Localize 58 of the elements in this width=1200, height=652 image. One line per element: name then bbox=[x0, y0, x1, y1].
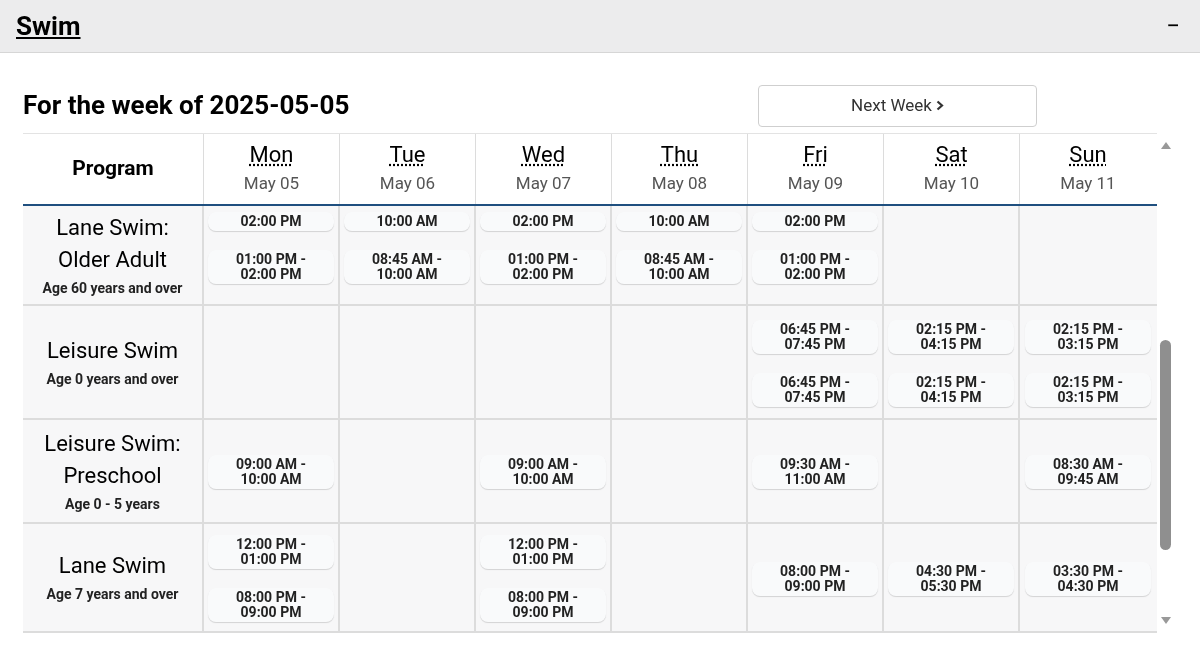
week-heading: For the week of 2025-05-05 bbox=[23, 89, 351, 122]
session-time[interactable]: 08:45 AM - 10:00 AM bbox=[344, 250, 470, 284]
session-time[interactable]: 02:15 PM - 03:15 PM bbox=[1025, 319, 1151, 354]
session-time[interactable]: 06:45 PM - 07:45 PM bbox=[752, 319, 878, 354]
program-name: Leisure Swim bbox=[47, 336, 178, 365]
session-time[interactable]: 02:00 PM bbox=[480, 212, 606, 231]
day-header: Mon bbox=[249, 141, 294, 170]
session-time[interactable]: 02:15 PM - 03:15 PM bbox=[1025, 372, 1151, 407]
day-date: May 05 bbox=[243, 172, 300, 196]
session-time[interactable]: 01:00 PM - 02:00 PM bbox=[208, 250, 334, 284]
day-header: Wed bbox=[521, 141, 566, 170]
collapse-button[interactable]: − bbox=[1166, 8, 1180, 44]
day-date: May 11 bbox=[1060, 172, 1116, 196]
scroll-up-icon[interactable] bbox=[1160, 141, 1172, 150]
session-time[interactable]: 10:00 AM bbox=[344, 212, 470, 231]
session-time[interactable]: 10:00 AM bbox=[616, 212, 742, 231]
session-time[interactable]: 01:00 PM - 02:00 PM bbox=[480, 250, 606, 284]
session-time[interactable]: 01:00 PM - 02:00 PM bbox=[752, 250, 878, 284]
column-header: Program bbox=[23, 134, 204, 204]
session-time[interactable]: 08:45 AM - 10:00 AM bbox=[616, 250, 742, 284]
session-time[interactable]: 12:00 PM - 01:00 PM bbox=[208, 535, 334, 569]
scrollbar-thumb[interactable] bbox=[1160, 340, 1171, 550]
session-time[interactable]: 02:00 PM bbox=[752, 212, 878, 231]
day-header: Thu bbox=[660, 141, 699, 170]
session-time[interactable]: 09:30 AM - 11:00 AM bbox=[752, 455, 878, 489]
session-time[interactable]: 12:00 PM - 01:00 PM bbox=[480, 535, 606, 569]
scroll-down-icon[interactable] bbox=[1160, 616, 1172, 625]
program-age: Age 0 - 5 years bbox=[65, 494, 160, 514]
session-time[interactable]: 08:00 PM - 09:00 PM bbox=[752, 561, 878, 596]
program-name: Leisure Swim: Preschool bbox=[43, 429, 182, 490]
day-date: May 06 bbox=[379, 172, 436, 196]
session-time[interactable]: 02:15 PM - 04:15 PM bbox=[888, 372, 1014, 407]
day-header: Fri bbox=[803, 141, 828, 170]
program-age: Age 7 years and over bbox=[46, 585, 179, 604]
session-time[interactable]: 08:30 AM - 09:45 AM bbox=[1025, 455, 1151, 489]
program-name: Lane Swim bbox=[58, 552, 167, 580]
program-age: Age 60 years and over bbox=[42, 278, 183, 298]
day-header: Tue bbox=[389, 141, 426, 170]
day-header: Sun bbox=[1069, 141, 1107, 170]
session-time[interactable]: 02:15 PM - 04:15 PM bbox=[888, 319, 1014, 354]
day-header: Sat bbox=[935, 141, 968, 170]
session-time[interactable]: 08:00 PM - 09:00 PM bbox=[480, 588, 606, 622]
session-time[interactable]: 03:30 PM - 04:30 PM bbox=[1025, 561, 1151, 596]
day-date: May 10 bbox=[923, 172, 980, 196]
session-time[interactable]: 04:30 PM - 05:30 PM bbox=[888, 561, 1014, 596]
day-date: May 07 bbox=[515, 172, 572, 196]
next-week-button[interactable]: Next Week bbox=[758, 84, 1037, 127]
session-time[interactable]: 02:00 PM bbox=[208, 212, 334, 231]
session-time[interactable]: 08:00 PM - 09:00 PM bbox=[208, 588, 334, 622]
chevron-right-icon bbox=[935, 100, 944, 111]
program-age: Age 0 years and over bbox=[46, 369, 179, 389]
session-time[interactable]: 06:45 PM - 07:45 PM bbox=[752, 372, 878, 407]
session-time[interactable]: 09:00 AM - 10:00 AM bbox=[480, 455, 606, 489]
panel-title[interactable]: Swim bbox=[16, 6, 81, 46]
day-date: May 09 bbox=[787, 172, 844, 196]
session-time[interactable]: 09:00 AM - 10:00 AM bbox=[208, 455, 334, 489]
program-name: Lane Swim: Older Adult bbox=[55, 213, 170, 274]
day-date: May 08 bbox=[651, 172, 708, 196]
